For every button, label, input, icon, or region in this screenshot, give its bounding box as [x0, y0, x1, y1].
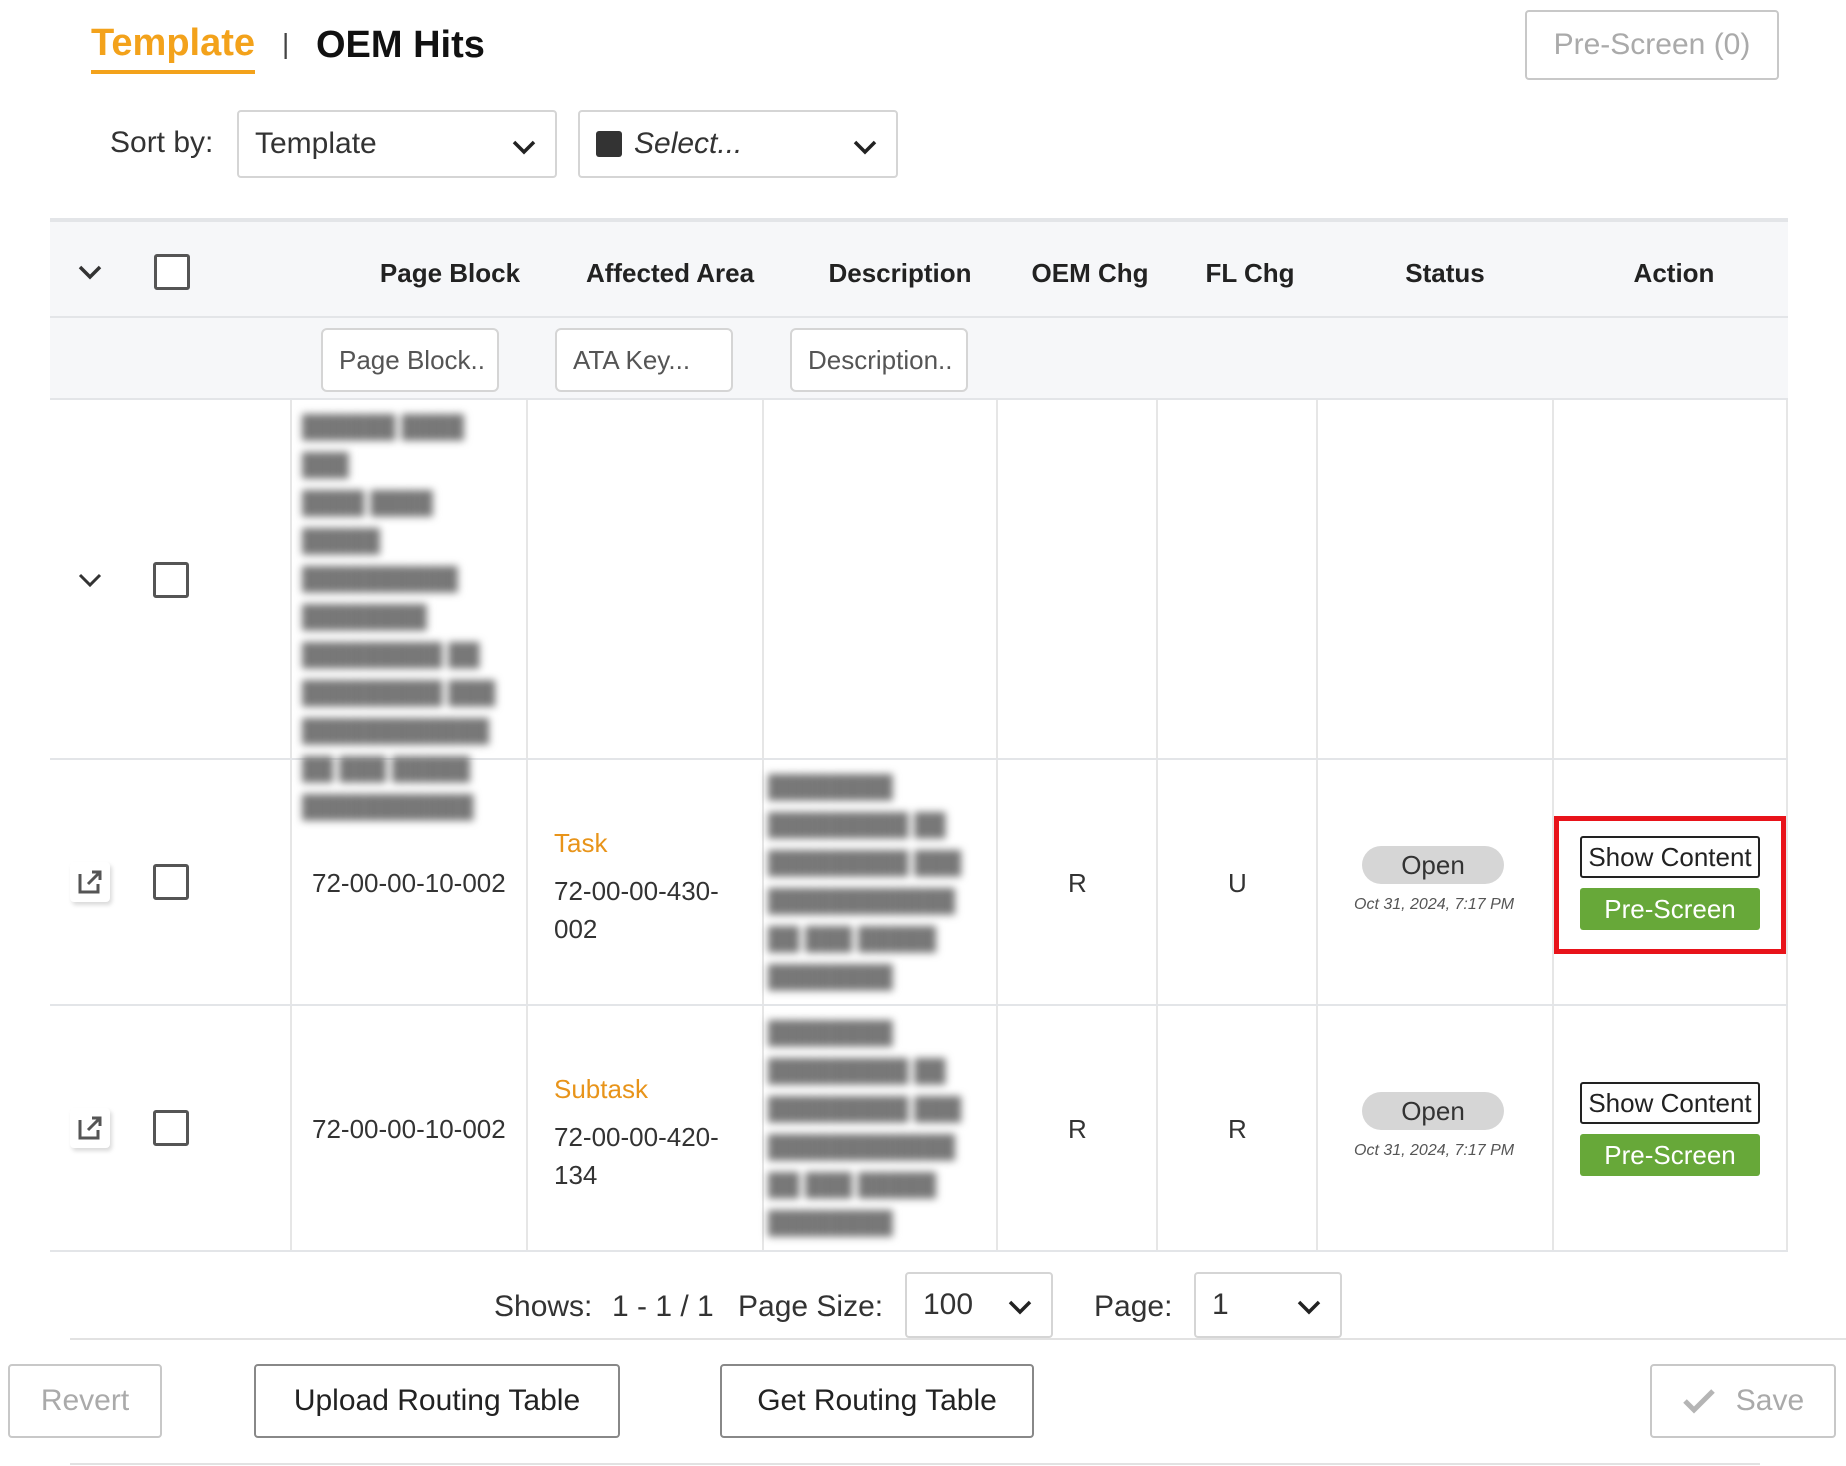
oem-chg-cell: R — [1068, 868, 1087, 898]
tab-template[interactable]: Template — [91, 22, 256, 74]
ata-key-filter-input[interactable] — [555, 328, 733, 392]
sort-by-label: Sort by: — [110, 126, 214, 159]
expand-all-chevron-icon[interactable] — [76, 258, 104, 286]
fl-chg-cell: R — [1228, 1114, 1247, 1144]
status-timestamp: Oct 31, 2024, 7:17 PM — [1354, 1142, 1515, 1159]
status-badge: Open — [1362, 1092, 1504, 1130]
row-checkbox[interactable] — [153, 864, 189, 900]
redacted-description: ████████ █████████ ██ █████████ ███ ███████… — [768, 774, 962, 989]
header-status[interactable]: Status — [1330, 258, 1560, 289]
status-timestamp: Oct 31, 2024, 7:17 PM — [1354, 896, 1515, 913]
upload-routing-table-button[interactable]: Upload Routing Table — [254, 1364, 620, 1438]
shows-value: 1 - 1 / 1 — [612, 1290, 714, 1323]
page-value: 1 — [1212, 1288, 1229, 1321]
sort-by-value: Template — [255, 127, 377, 160]
highlight-box — [1554, 816, 1786, 954]
header-affected-area[interactable]: Affected Area — [550, 258, 790, 289]
page-block-cell: 72-00-00-10-002 — [312, 1114, 506, 1144]
table-header: Page Block Affected Area Description OEM… — [50, 218, 1788, 318]
divider — [70, 1338, 1846, 1340]
header-fl-chg[interactable]: FL Chg — [1170, 258, 1330, 289]
select-all-checkbox[interactable] — [154, 254, 190, 290]
shows-label: Shows: — [494, 1290, 593, 1323]
page-size-label: Page Size: — [738, 1290, 884, 1323]
tab-separator: | — [282, 28, 290, 59]
affected-area-type[interactable]: Subtask — [554, 1074, 648, 1105]
page-block-cell: 72-00-00-10-002 — [312, 868, 506, 898]
expand-group-chevron-icon[interactable] — [76, 566, 104, 594]
filter-select-placeholder: Select... — [634, 127, 743, 160]
checkmark-icon — [1683, 1389, 1715, 1414]
chevron-down-icon — [512, 140, 536, 155]
show-content-button[interactable]: Show Content — [1580, 1082, 1760, 1124]
row-checkbox[interactable] — [153, 1110, 189, 1146]
table-row: 72-00-00-10-002 Task 72-00-00-430-002 ██… — [50, 760, 1788, 1006]
affected-area-code: 72-00-00-430-002 — [554, 876, 719, 944]
page-size-select[interactable]: 100 — [905, 1272, 1053, 1338]
header-action: Action — [1633, 258, 1715, 288]
filter-select[interactable]: Select... — [578, 110, 898, 178]
affected-area-type[interactable]: Task — [554, 828, 607, 859]
save-label: Save — [1735, 1384, 1805, 1417]
get-routing-table-button[interactable]: Get Routing Table — [720, 1364, 1034, 1438]
status-badge: Open — [1362, 846, 1504, 884]
affected-area-code: 72-00-00-420-134 — [554, 1122, 719, 1190]
tab-oem-hits[interactable]: OEM Hits — [316, 24, 485, 66]
header-page-block[interactable]: Page Block — [340, 258, 560, 289]
open-external-icon[interactable] — [70, 1108, 110, 1148]
filter-row — [50, 318, 1788, 400]
page-select[interactable]: 1 — [1194, 1272, 1342, 1338]
description-filter-input[interactable] — [790, 328, 968, 392]
group-row: ██████ ████ ███ ████ ████ █████ ██████████… — [50, 400, 1788, 819]
page-label: Page: — [1094, 1290, 1173, 1323]
page-size-value: 100 — [923, 1288, 974, 1321]
divider — [70, 1463, 1760, 1465]
save-button[interactable]: Save — [1650, 1364, 1836, 1438]
oem-chg-cell: R — [1068, 1114, 1087, 1144]
page-block-filter-input[interactable] — [321, 328, 499, 392]
header-oem-chg[interactable]: OEM Chg — [1010, 258, 1170, 289]
prescreen-count-button[interactable]: Pre-Screen (0) — [1525, 10, 1779, 80]
fl-chg-cell: U — [1228, 868, 1247, 898]
revert-button[interactable]: Revert — [8, 1364, 162, 1438]
open-external-icon[interactable] — [70, 862, 110, 902]
table-row: 72-00-00-10-002 Subtask 72-00-00-420-134… — [50, 1006, 1788, 1252]
header-description[interactable]: Description — [790, 258, 1010, 289]
redacted-description: ████████ █████████ ██ █████████ ███ ███████… — [768, 1020, 962, 1235]
sort-by-select[interactable]: Template — [237, 110, 557, 178]
pre-screen-button[interactable]: Pre-Screen — [1580, 1134, 1760, 1176]
chevron-down-icon — [853, 140, 877, 155]
chevron-down-icon — [1297, 1300, 1321, 1315]
group-checkbox[interactable] — [153, 562, 189, 598]
color-swatch-icon — [596, 131, 622, 157]
chevron-down-icon — [1008, 1300, 1032, 1315]
